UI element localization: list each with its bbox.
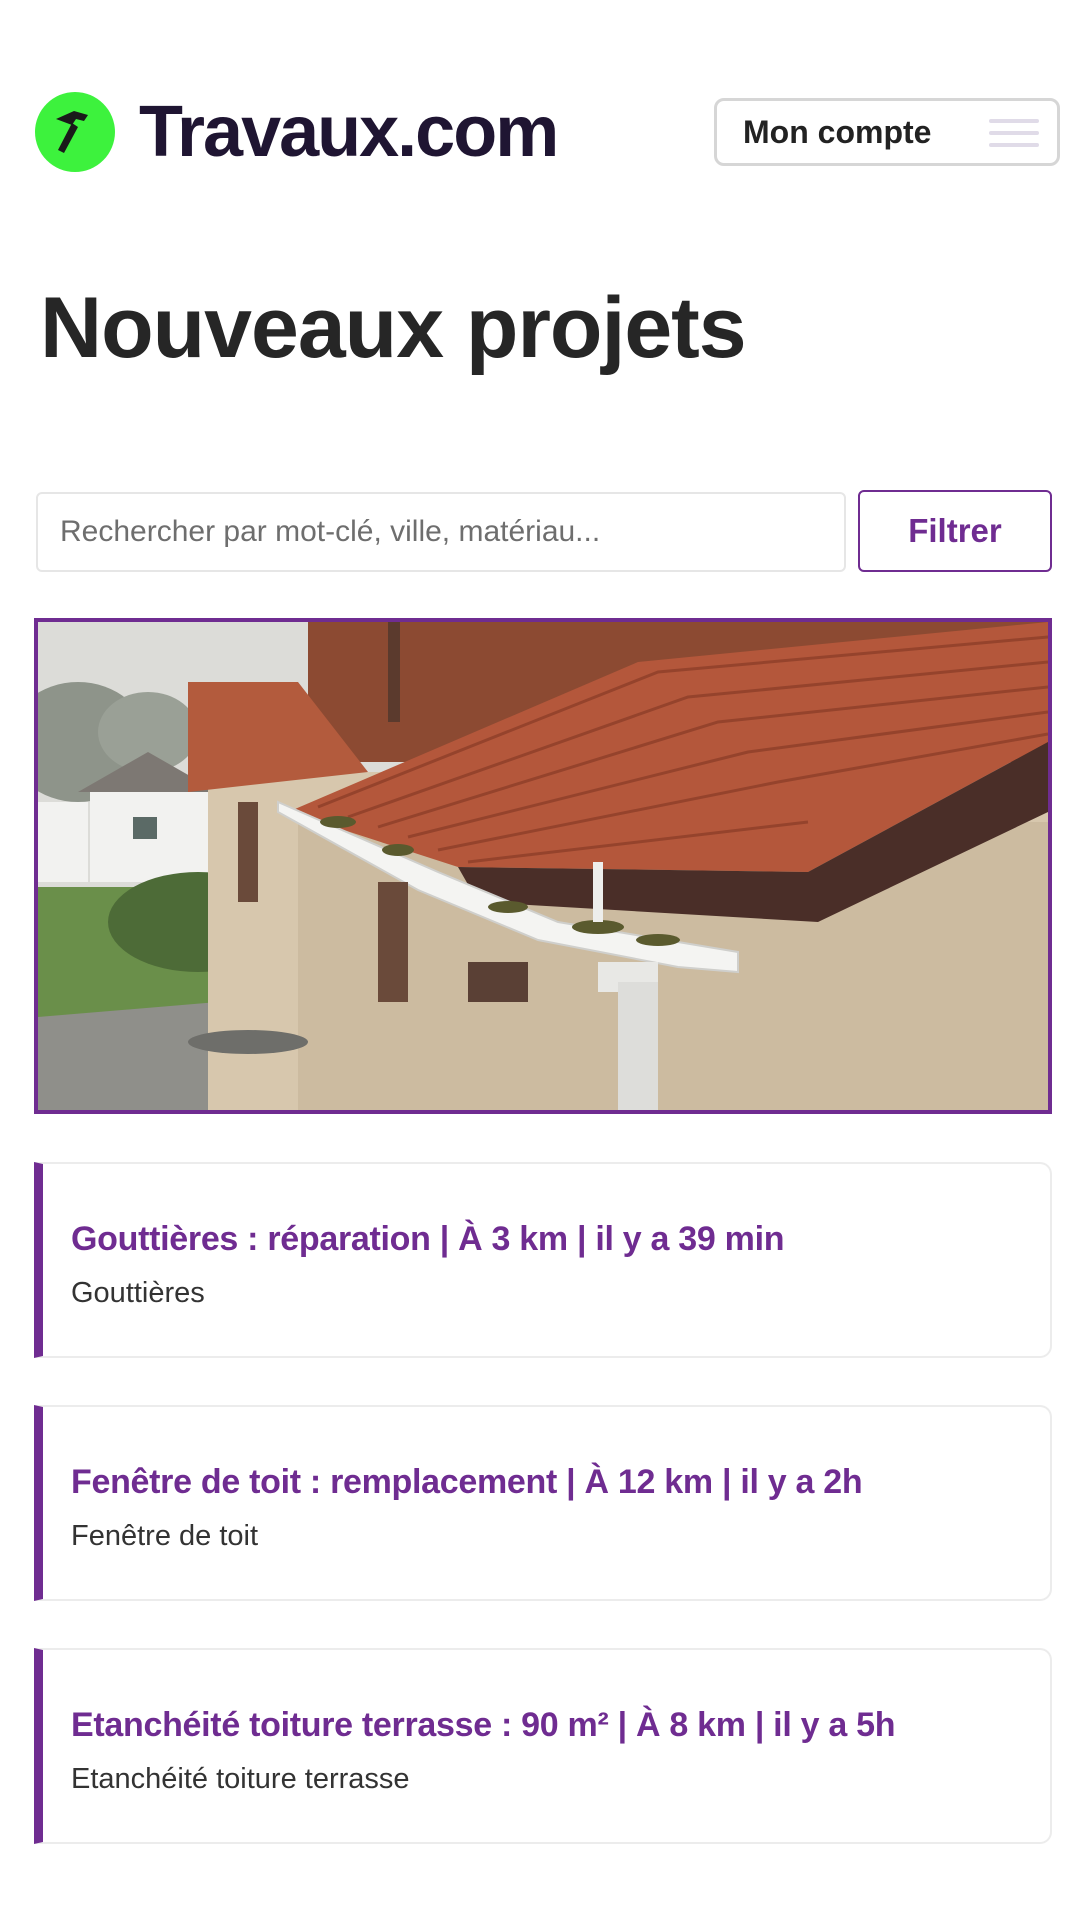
project-category: Fenêtre de toit	[71, 1520, 258, 1552]
project-title[interactable]: Fenêtre de toit : remplacement | À 12 km…	[71, 1463, 863, 1502]
project-hero-image[interactable]	[34, 618, 1052, 1114]
logo-text: Travaux.com	[139, 92, 559, 172]
project-category: Gouttières	[71, 1277, 205, 1309]
project-card[interactable]: Gouttières : réparation | À 3 km | il y …	[34, 1162, 1052, 1358]
hammer-icon	[35, 92, 115, 172]
logo-link[interactable]: Travaux.com	[35, 92, 559, 172]
search-input[interactable]	[36, 492, 846, 572]
project-card[interactable]: Fenêtre de toit : remplacement | À 12 km…	[34, 1405, 1052, 1601]
hamburger-menu-icon	[989, 119, 1039, 151]
project-category: Etanchéité toiture terrasse	[71, 1763, 410, 1795]
project-card[interactable]: Etanchéité toiture terrasse : 90 m² | À …	[34, 1648, 1052, 1844]
account-label: Mon compte	[743, 113, 932, 150]
account-menu-button[interactable]: Mon compte	[714, 98, 1060, 166]
site-header: Travaux.com Mon compte	[0, 0, 1080, 270]
project-title[interactable]: Gouttières : réparation | À 3 km | il y …	[71, 1220, 784, 1259]
project-title[interactable]: Etanchéité toiture terrasse : 90 m² | À …	[71, 1706, 896, 1745]
page-title: Nouveaux projets	[40, 280, 747, 376]
filter-button[interactable]: Filtrer	[858, 490, 1052, 572]
